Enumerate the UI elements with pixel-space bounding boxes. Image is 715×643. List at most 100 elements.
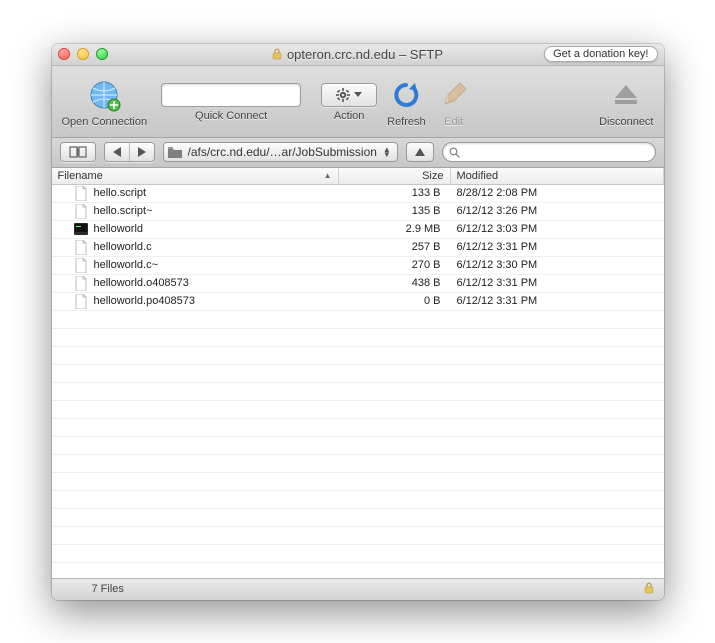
toolbar: Open Connection Quick Connect <box>52 66 664 138</box>
status-count: 7 Files <box>62 583 124 595</box>
empty-row <box>52 473 664 491</box>
updown-icon: ▲▼ <box>383 147 391 157</box>
file-list[interactable]: hello.script133 B8/28/12 2:08 PMhello.sc… <box>52 185 664 578</box>
empty-row <box>52 401 664 419</box>
file-size: 133 B <box>339 187 451 199</box>
triangle-right-icon <box>138 147 146 157</box>
column-modified[interactable]: Modified <box>451 168 664 184</box>
table-row[interactable]: helloworld.c~ 270 B6/12/12 3:30 PM <box>52 257 664 275</box>
file-name: helloworld.o408573 <box>94 277 189 289</box>
status-bar: 7 Files <box>52 578 664 600</box>
table-row[interactable]: hello.script~135 B6/12/12 3:26 PM <box>52 203 664 221</box>
quick-connect-field[interactable] <box>161 83 301 107</box>
nav-row: /afs/crc.nd.edu/…ar/JobSubmission ▲▼ <box>52 138 664 168</box>
empty-row <box>52 509 664 527</box>
column-headers: Filename ▲ Size Modified <box>52 168 664 185</box>
quick-connect-input[interactable] <box>162 84 301 106</box>
file-size: 0 B <box>339 295 451 307</box>
window-title-text: opteron.crc.nd.edu – SFTP <box>287 47 443 62</box>
edit-label: Edit <box>444 116 463 128</box>
sort-indicator-icon: ▲ <box>324 171 332 180</box>
chevron-down-icon <box>354 92 362 98</box>
folder-icon <box>168 147 182 158</box>
refresh-label: Refresh <box>387 116 426 128</box>
close-button[interactable] <box>58 48 70 60</box>
edit-button[interactable]: Edit <box>436 77 472 128</box>
donation-label: Get a donation key! <box>553 48 648 60</box>
search-field[interactable] <box>442 142 656 162</box>
file-size: 135 B <box>339 205 451 217</box>
history-seg <box>104 142 155 162</box>
back-button[interactable] <box>105 143 130 161</box>
donation-button[interactable]: Get a donation key! <box>544 46 657 62</box>
minimize-button[interactable] <box>77 48 89 60</box>
file-icon <box>74 185 88 201</box>
file-icon <box>74 275 88 291</box>
empty-row <box>52 419 664 437</box>
empty-row <box>52 491 664 509</box>
path-popup[interactable]: /afs/crc.nd.edu/…ar/JobSubmission ▲▼ <box>163 142 398 162</box>
refresh-icon <box>388 77 424 113</box>
quick-connect-group: Quick Connect <box>161 83 301 122</box>
forward-button[interactable] <box>130 143 154 161</box>
quick-connect-label: Quick Connect <box>195 110 267 122</box>
file-name: hello.script <box>94 187 147 199</box>
triangle-up-icon <box>415 148 425 156</box>
disconnect-button[interactable]: Disconnect <box>599 77 653 128</box>
triangle-left-icon <box>113 147 121 157</box>
action-button[interactable]: Action <box>321 83 377 122</box>
empty-row <box>52 437 664 455</box>
empty-row <box>52 347 664 365</box>
file-icon <box>74 293 88 309</box>
column-size[interactable]: Size <box>339 168 451 184</box>
column-filename[interactable]: Filename ▲ <box>52 168 339 184</box>
eject-icon <box>608 77 644 113</box>
file-modified: 6/12/12 3:31 PM <box>451 295 664 307</box>
file-name: helloworld.c~ <box>94 259 159 271</box>
open-connection-label: Open Connection <box>62 116 148 128</box>
pencil-icon <box>436 77 472 113</box>
file-icon <box>74 257 88 273</box>
open-connection-button[interactable]: Open Connection <box>62 77 148 128</box>
column-filename-label: Filename <box>58 170 103 182</box>
empty-row <box>52 365 664 383</box>
gear-icon <box>336 88 350 102</box>
path-text: /afs/crc.nd.edu/…ar/JobSubmission <box>188 145 377 159</box>
action-gear-button[interactable] <box>321 83 377 107</box>
file-size: 2.9 MB <box>339 223 451 235</box>
table-row[interactable]: helloworld.po408573 0 B6/12/12 3:31 PM <box>52 293 664 311</box>
titlebar: opteron.crc.nd.edu – SFTP Get a donation… <box>52 44 664 66</box>
refresh-button[interactable]: Refresh <box>387 77 426 128</box>
empty-row <box>52 527 664 545</box>
empty-row <box>52 311 664 329</box>
file-size: 270 B <box>339 259 451 271</box>
column-modified-label: Modified <box>457 170 499 182</box>
traffic-lights <box>58 48 108 60</box>
empty-row <box>52 455 664 473</box>
file-modified: 6/12/12 3:03 PM <box>451 223 664 235</box>
app-window: opteron.crc.nd.edu – SFTP Get a donation… <box>52 44 664 600</box>
file-modified: 6/12/12 3:26 PM <box>451 205 664 217</box>
file-name: helloworld <box>94 223 144 235</box>
file-modified: 6/12/12 3:30 PM <box>451 259 664 271</box>
file-modified: 6/12/12 3:31 PM <box>451 277 664 289</box>
empty-row <box>52 545 664 563</box>
column-size-label: Size <box>422 170 443 182</box>
search-input[interactable] <box>465 146 649 158</box>
table-row[interactable]: helloworld 2.9 MB6/12/12 3:03 PM <box>52 221 664 239</box>
bookmarks-button[interactable] <box>60 142 96 162</box>
table-row[interactable]: helloworld.o408573438 B6/12/12 3:31 PM <box>52 275 664 293</box>
table-row[interactable]: hello.script133 B8/28/12 2:08 PM <box>52 185 664 203</box>
file-icon <box>74 203 88 219</box>
file-modified: 6/12/12 3:31 PM <box>451 241 664 253</box>
file-name: helloworld.po408573 <box>94 295 196 307</box>
file-name: helloworld.c <box>94 241 152 253</box>
terminal-icon <box>74 221 88 237</box>
up-button[interactable] <box>406 142 434 162</box>
file-icon <box>74 239 88 255</box>
table-row[interactable]: helloworld.c257 B6/12/12 3:31 PM <box>52 239 664 257</box>
lock-icon <box>644 582 654 597</box>
zoom-button[interactable] <box>96 48 108 60</box>
search-icon <box>449 147 460 158</box>
empty-row <box>52 329 664 347</box>
